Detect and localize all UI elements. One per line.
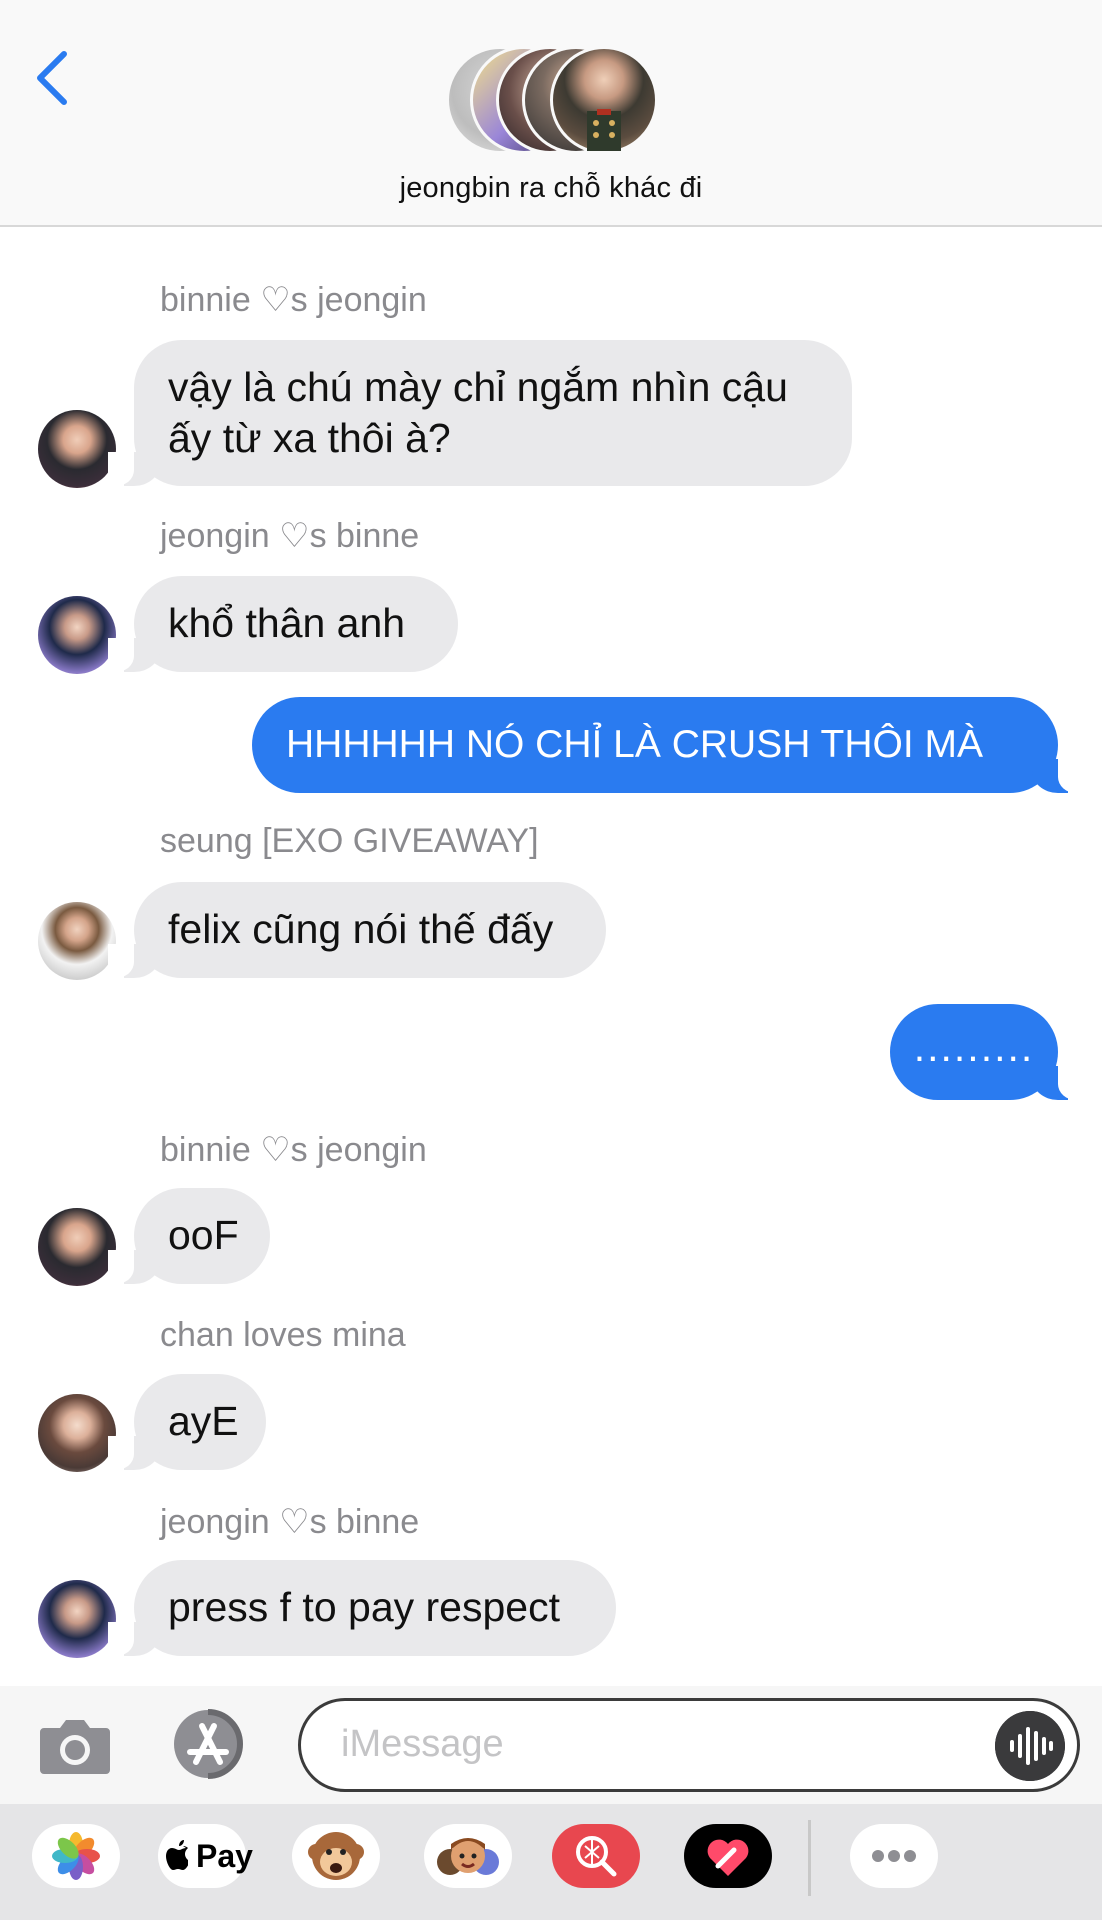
conversation-header: jeongbin ra chỗ khác đi <box>0 0 1102 227</box>
more-apps-button[interactable] <box>850 1824 938 1888</box>
sender-avatar[interactable] <box>38 410 116 488</box>
image-search-button[interactable] <box>552 1824 640 1888</box>
group-avatar-stack[interactable] <box>440 46 660 158</box>
back-chevron-icon[interactable] <box>30 48 80 108</box>
camera-icon[interactable] <box>38 1714 112 1778</box>
outgoing-message-bubble[interactable]: ......... <box>890 1004 1084 1100</box>
apple-pay-button[interactable]: Pay <box>158 1824 253 1888</box>
app-drawer: Pay <box>0 1804 1102 1920</box>
sender-name: seung [EXO GIVEAWAY] <box>160 822 539 860</box>
memoji-icon <box>437 1838 499 1875</box>
sender-avatar[interactable] <box>38 596 116 674</box>
audio-message-icon[interactable] <box>995 1711 1065 1781</box>
message-bubble[interactable]: ooF <box>108 1188 270 1284</box>
apple-pay-label: Pay <box>196 1838 253 1874</box>
more-icon <box>872 1850 916 1862</box>
drawer-divider <box>808 1820 811 1896</box>
message-bubble[interactable]: felix cũng nói thế đấy <box>108 882 606 978</box>
imessage-placeholder: iMessage <box>341 1723 504 1765</box>
sender-name: chan loves mina <box>160 1316 406 1354</box>
message-bubble[interactable]: ayE <box>108 1374 266 1470</box>
sender-avatar[interactable] <box>38 1394 116 1472</box>
compose-bar: iMessage <box>0 1686 1102 1804</box>
sender-avatar[interactable] <box>38 1208 116 1286</box>
sender-name: jeongin ♡s binne <box>160 517 420 555</box>
outgoing-message-bubble[interactable]: HHHHHH NÓ CHỈ LÀ CRUSH THÔI MÀ <box>252 697 1084 793</box>
memoji-button[interactable] <box>424 1824 512 1888</box>
photos-app-button[interactable] <box>32 1824 120 1888</box>
animoji-icon <box>308 1832 364 1880</box>
digital-touch-icon <box>707 1839 749 1876</box>
image-search-icon <box>576 1836 617 1877</box>
apple-logo-icon <box>166 1840 188 1870</box>
photos-icon <box>52 1832 100 1880</box>
digital-touch-button[interactable] <box>684 1824 772 1888</box>
imessage-input[interactable]: iMessage <box>298 1698 1080 1792</box>
message-bubble[interactable]: vậy là chú mày chỉ ngắm nhìn cậu ấy từ x… <box>108 340 852 486</box>
message-bubble[interactable]: press f to pay respect <box>108 1560 616 1656</box>
group-name[interactable]: jeongbin ra chỗ khác đi <box>0 172 1102 205</box>
sender-avatar[interactable] <box>38 1580 116 1658</box>
sender-name: binnie ♡s jeongin <box>160 1131 427 1169</box>
sender-name: jeongin ♡s binne <box>160 1503 420 1541</box>
sender-name: binnie ♡s jeongin <box>160 281 427 319</box>
animoji-button[interactable] <box>292 1824 380 1888</box>
sender-avatar[interactable] <box>38 902 116 980</box>
app-store-icon[interactable] <box>168 1708 256 1780</box>
message-bubble[interactable]: khổ thân anh <box>108 576 458 672</box>
group-member-avatar <box>550 46 658 154</box>
